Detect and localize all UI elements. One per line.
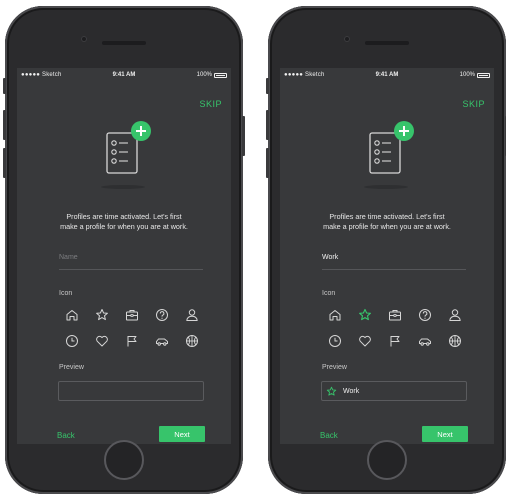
help-icon[interactable] xyxy=(410,306,440,324)
profile-document-illustration xyxy=(361,121,421,193)
phone-frame-left: ●●●●● Sketch 9:41 AM 100% SKIP Profiles … xyxy=(3,6,245,494)
home-button xyxy=(367,440,407,480)
volume-down-button xyxy=(3,148,6,178)
earpiece-speaker xyxy=(102,41,146,45)
heart-icon[interactable] xyxy=(87,332,117,350)
basketball-icon[interactable] xyxy=(177,332,207,350)
user-icon[interactable] xyxy=(177,306,207,324)
clock-icon[interactable] xyxy=(320,332,350,350)
intro-line-2: make a profile for when you are at work. xyxy=(60,222,188,231)
front-camera xyxy=(344,36,350,42)
preview-section-label: Preview xyxy=(59,364,84,371)
name-input-value: Work xyxy=(322,254,339,261)
battery-icon xyxy=(477,72,490,78)
name-input[interactable]: Name xyxy=(59,248,203,270)
intro-line-1: Profiles are time activated. Let's first xyxy=(66,212,182,221)
volume-down-button xyxy=(266,148,269,178)
car-icon[interactable] xyxy=(410,332,440,350)
car-icon[interactable] xyxy=(147,332,177,350)
profile-setup-screen-empty: ●●●●● Sketch 9:41 AM 100% SKIP Profiles … xyxy=(17,68,231,444)
preview-box: Work xyxy=(321,381,467,401)
icon-picker xyxy=(320,306,470,350)
name-input[interactable]: Work xyxy=(322,248,466,270)
clock-icon[interactable] xyxy=(57,332,87,350)
icon-picker xyxy=(57,306,207,350)
icon-section-label: Icon xyxy=(59,290,73,297)
front-camera xyxy=(81,36,87,42)
volume-up-button xyxy=(266,110,269,140)
basketball-icon[interactable] xyxy=(440,332,470,350)
user-icon[interactable] xyxy=(440,306,470,324)
preview-section-label: Preview xyxy=(322,364,347,371)
intro-text: Profiles are time activated. Let's first… xyxy=(280,212,494,232)
next-button[interactable]: Next xyxy=(422,426,468,442)
home-button xyxy=(104,440,144,480)
help-icon[interactable] xyxy=(147,306,177,324)
mute-switch xyxy=(3,78,6,94)
intro-text: Profiles are time activated. Let's first… xyxy=(17,212,231,232)
star-icon[interactable] xyxy=(350,306,380,324)
skip-button[interactable]: SKIP xyxy=(462,99,485,109)
intro-line-1: Profiles are time activated. Let's first xyxy=(329,212,445,221)
briefcase-icon[interactable] xyxy=(380,306,410,324)
preview-star-icon xyxy=(326,386,337,396)
status-bar: ●●●●● Sketch 9:41 AM 100% xyxy=(280,71,494,81)
battery-percent: 100% xyxy=(459,72,475,78)
intro-line-2: make a profile for when you are at work. xyxy=(323,222,451,231)
star-icon[interactable] xyxy=(87,306,117,324)
battery-indicator: 100% xyxy=(460,72,490,78)
preview-text: Work xyxy=(343,387,360,395)
battery-indicator: 100% xyxy=(197,72,227,78)
phone-frame-right: ●●●●● Sketch 9:41 AM 100% SKIP Profiles … xyxy=(266,6,506,494)
flag-icon[interactable] xyxy=(117,332,147,350)
mute-switch xyxy=(266,78,269,94)
preview-box xyxy=(58,381,204,401)
icon-section-label: Icon xyxy=(322,290,336,297)
power-button xyxy=(242,116,245,156)
volume-up-button xyxy=(3,110,6,140)
battery-percent: 100% xyxy=(196,72,212,78)
flag-icon[interactable] xyxy=(380,332,410,350)
skip-button[interactable]: SKIP xyxy=(199,99,222,109)
next-button[interactable]: Next xyxy=(159,426,205,442)
home-icon[interactable] xyxy=(320,306,350,324)
battery-icon xyxy=(214,72,227,78)
briefcase-icon[interactable] xyxy=(117,306,147,324)
heart-icon[interactable] xyxy=(350,332,380,350)
profile-setup-screen-filled: ●●●●● Sketch 9:41 AM 100% SKIP Profiles … xyxy=(280,68,494,444)
status-bar: ●●●●● Sketch 9:41 AM 100% xyxy=(17,71,231,81)
name-input-placeholder: Name xyxy=(59,254,78,261)
home-icon[interactable] xyxy=(57,306,87,324)
back-button[interactable]: Back xyxy=(57,431,75,440)
earpiece-speaker xyxy=(365,41,409,45)
back-button[interactable]: Back xyxy=(320,431,338,440)
profile-document-illustration xyxy=(98,121,158,193)
